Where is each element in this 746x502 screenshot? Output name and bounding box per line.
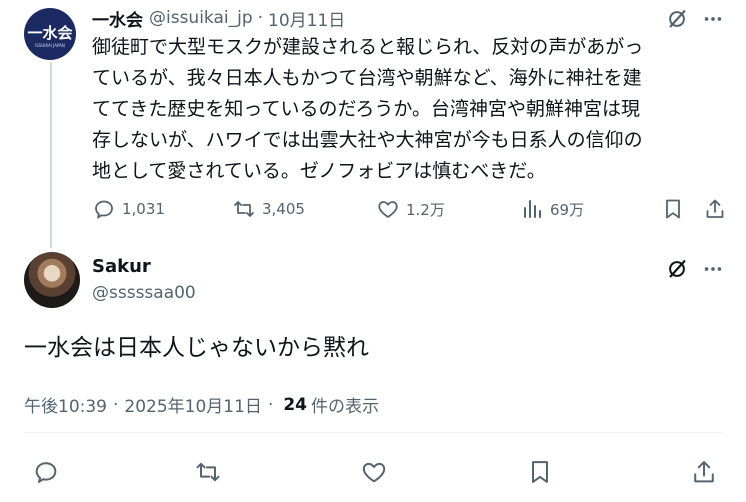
views-label: 件の表示 [311,397,380,417]
tweet-body: 御徒町で大型モスクが建設されると報じられ、反対の声があがっ ているが、我々日本人… [92,32,732,187]
author-handle[interactable]: @sssssaa00 [92,283,196,303]
share-icon[interactable] [688,456,720,488]
tweet-actions [0,444,746,498]
grok-icon[interactable] [664,256,690,282]
logo-subtext: ISSUIKAI JAPAN [35,42,65,48]
repost-count: 3,405 [262,200,305,218]
reply-icon[interactable] [30,456,62,488]
avatar[interactable]: 一水会 ISSUIKAI JAPAN [24,8,76,60]
like-count: 1.2万 [406,200,445,219]
tweet-body-line: 御徒町で大型モスクが建設されると報じられ、反対の声があがっ [92,36,644,58]
like-icon[interactable] [358,456,390,488]
bookmark-icon[interactable] [524,456,556,488]
repost-icon[interactable] [192,456,224,488]
like-button[interactable]: 1.2万 [376,192,445,226]
reply-button[interactable]: 1,031 [92,192,165,226]
share-icon[interactable] [702,196,728,222]
tweet-actions: 1,031 3,405 1.2万 69万 [92,192,732,226]
tweet-body: 一水会は日本人じゃないから黙れ [24,335,369,361]
divider [24,432,722,433]
tweet-time[interactable]: 午後10:39 [24,392,107,417]
tweet-body-line: ているが、我々日本人もかつて台湾や朝鮮など、海外に神社を建 [92,67,642,89]
views-count: 24 [283,394,308,415]
tweet-date[interactable]: 2025年10月11日 [124,392,262,417]
separator-dot: · [113,394,119,415]
repost-icon [234,201,254,217]
bookmark-icon[interactable] [660,196,686,222]
tweet-meta: 午後10:39 · 2025年10月11日 · 24 件の表示 [24,392,380,418]
author-handle[interactable]: @issuikai_jp [149,8,253,28]
views-icon [524,200,541,218]
tweet-date[interactable]: 10月11日 [268,6,345,31]
reply-icon [95,200,113,219]
reply-count: 1,031 [122,200,165,218]
more-icon[interactable] [700,6,726,32]
author-name[interactable]: 一水会 [92,6,143,31]
repost-button[interactable]: 3,405 [232,192,305,226]
tweet-thread: 一水会 ISSUIKAI JAPAN 一水会 @issuikai_jp · 10… [0,0,746,502]
parent-tweet[interactable]: 一水会 ISSUIKAI JAPAN 一水会 @issuikai_jp · 10… [0,0,746,248]
thread-connector-line [50,62,52,248]
views-count: 69万 [550,200,585,219]
avatar[interactable] [24,252,80,308]
tweet-body-line: ててきた歴史を知っているのだろうか。台湾神宮や朝鮮神宮は現 [92,98,640,120]
logo-text: 一水会 [27,23,73,42]
separator-dot: · [267,394,274,415]
tweet-body-line: 地として愛されている。ゼノフォビアは慎むべきだ。 [92,160,546,182]
like-icon [378,201,398,218]
tweet-header: 一水会 @issuikai_jp · 10月11日 [92,6,345,31]
tweet-body-line: 存しないが、ハワイでは出雲大社や大神宮が今も日系人の信仰の [92,129,643,151]
author-name[interactable]: Sakur [92,256,151,277]
more-icon[interactable] [700,256,726,282]
separator-dot: · [257,8,264,28]
grok-icon[interactable] [664,6,690,32]
views-button[interactable]: 69万 [520,192,584,226]
